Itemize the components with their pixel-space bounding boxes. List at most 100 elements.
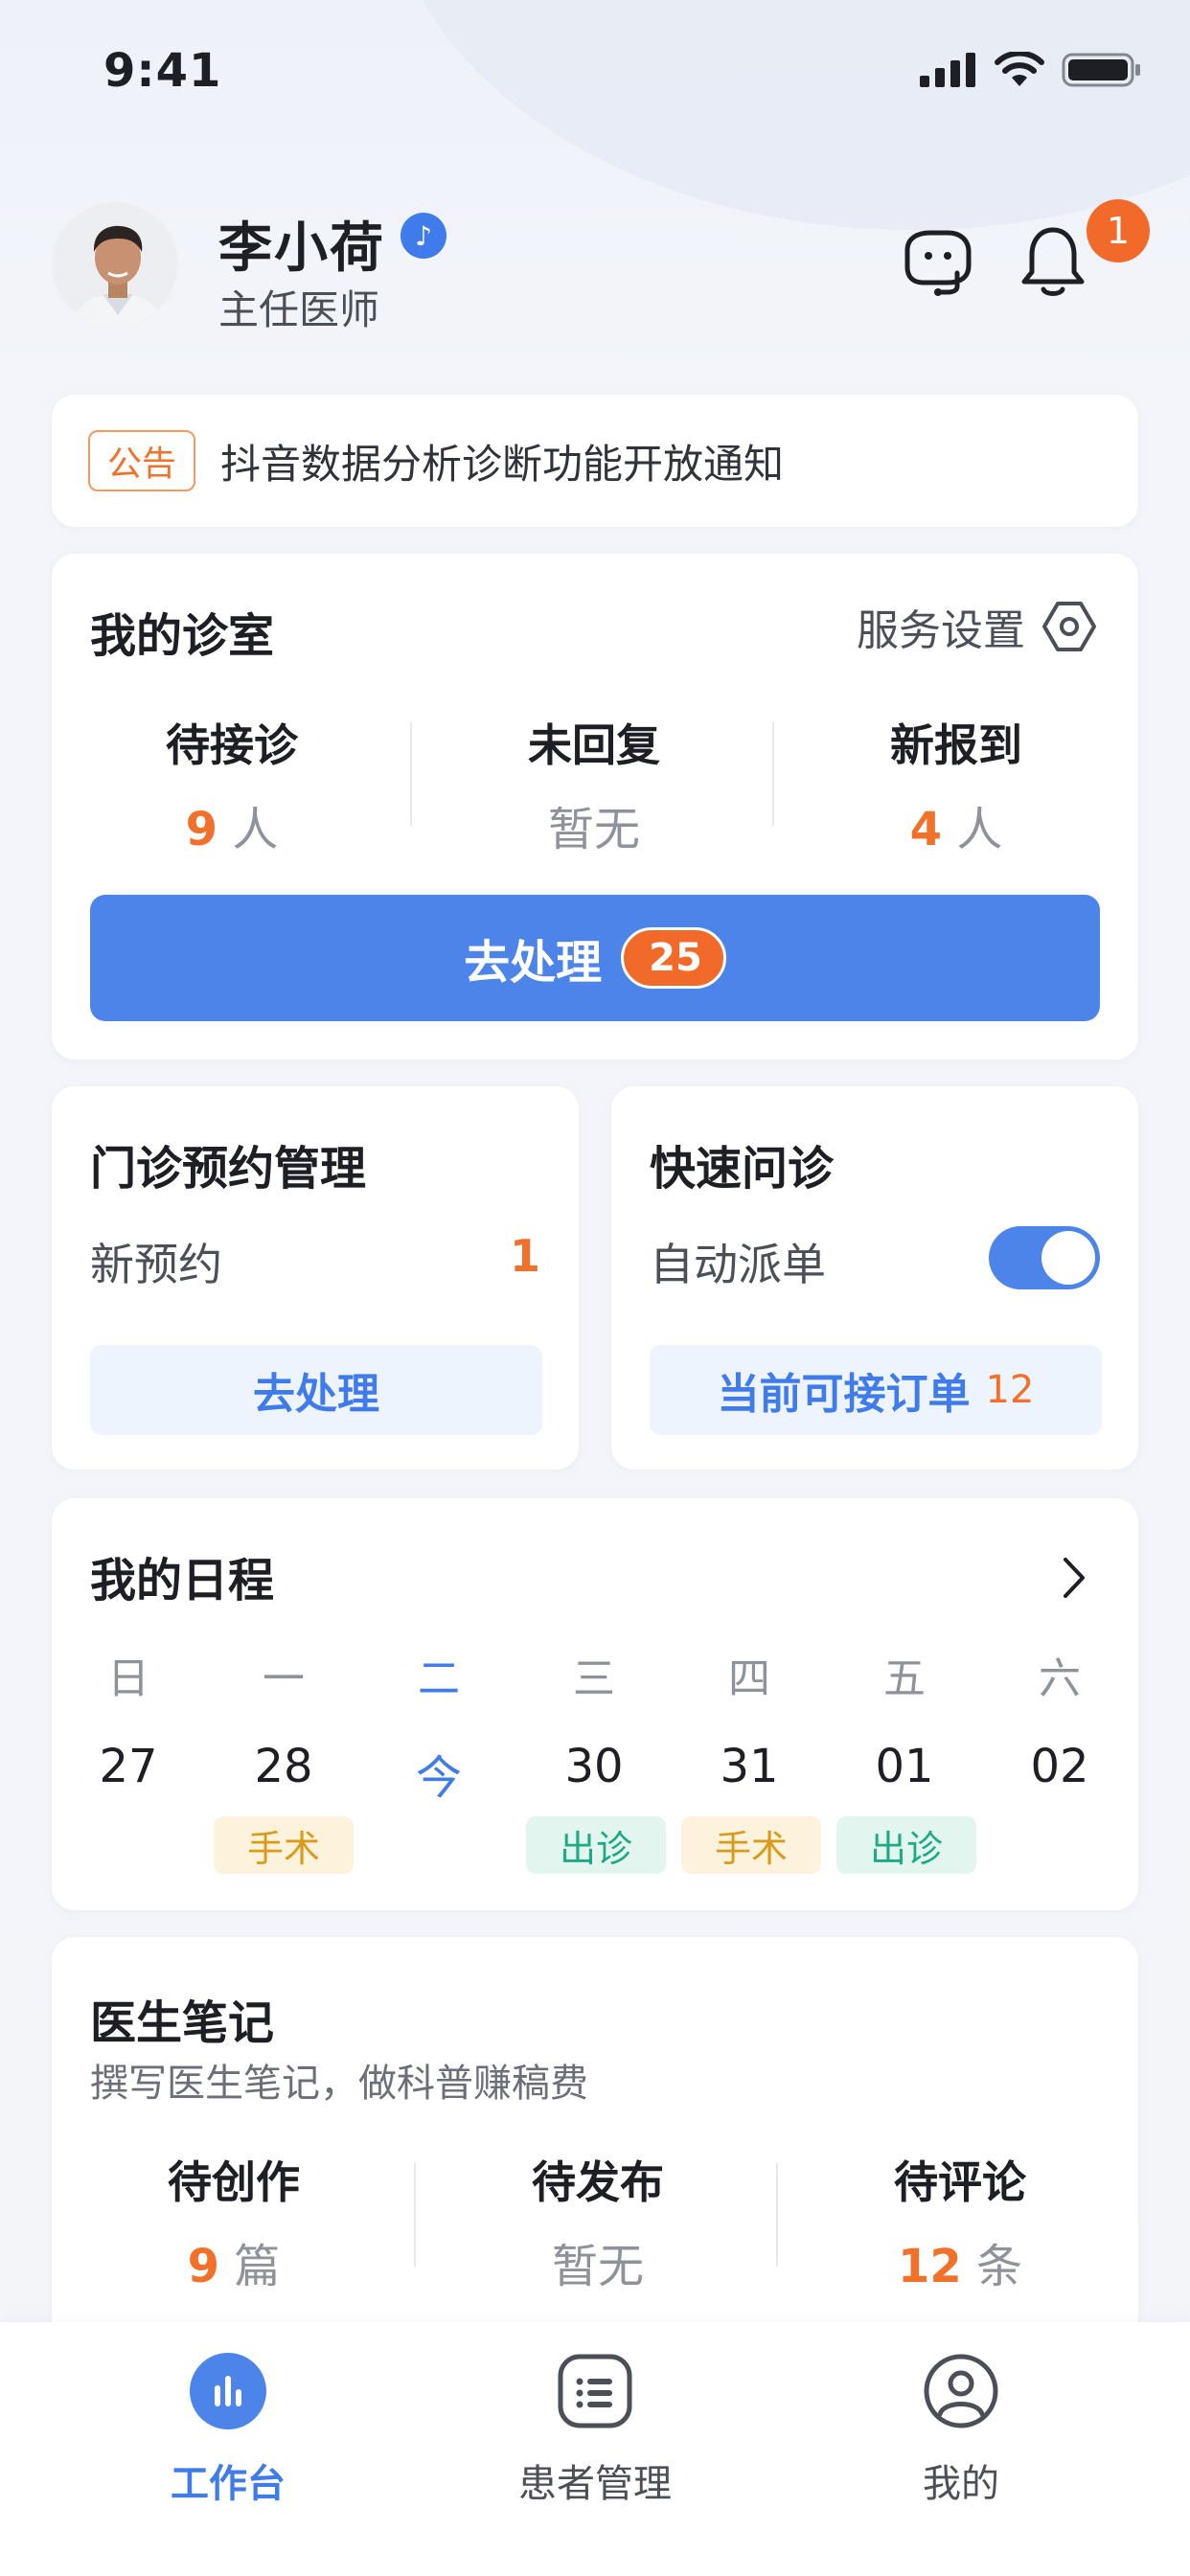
- stat-unreplied[interactable]: 未回复 暂无: [450, 711, 738, 858]
- surgery-tag: 手术: [214, 1816, 354, 1874]
- stat-label: 待发布: [532, 2156, 664, 2208]
- outpatient-tag: 出诊: [526, 1816, 666, 1874]
- day-tuesday-today[interactable]: 二 今: [386, 1644, 492, 1807]
- date-label: 01: [875, 1740, 934, 1793]
- new-appointment-count: 1: [509, 1230, 540, 1282]
- notes-title: 医生笔记: [90, 1996, 275, 2050]
- doctor-name: 李小荷: [218, 217, 385, 280]
- date-label: 31: [720, 1740, 779, 1793]
- day-wednesday[interactable]: 三 30: [541, 1644, 647, 1793]
- date-label: 28: [254, 1740, 313, 1793]
- dashboard-chart-icon: [188, 2351, 268, 2431]
- notification-badge: 1: [1087, 199, 1150, 262]
- stat-value: 12 条: [897, 2240, 1023, 2293]
- wifi-icon: [995, 52, 1044, 86]
- settings-hexagon-icon: [1042, 602, 1096, 651]
- day-sunday[interactable]: 日 27: [76, 1644, 181, 1793]
- weekday-label: 六: [1039, 1654, 1081, 1703]
- tab-patient-management[interactable]: 患者管理: [480, 2351, 710, 2508]
- tab-label: 我的: [923, 2462, 999, 2506]
- auto-dispatch-toggle[interactable]: [989, 1226, 1100, 1289]
- stat-to-comment[interactable]: 待评论 12 条: [816, 2148, 1104, 2295]
- stat-label: 待创作: [168, 2156, 300, 2208]
- stat-label: 未回复: [528, 719, 660, 771]
- day-monday[interactable]: 一 28: [231, 1644, 336, 1793]
- pending-count-badge: 25: [621, 927, 726, 989]
- tab-mine[interactable]: 我的: [846, 2351, 1076, 2508]
- my-schedule-card: 我的日程 日 27 一 28 二 今 三 30 四 31 五 01 六 02 手…: [52, 1498, 1138, 1910]
- status-bar: 9:41: [0, 0, 1190, 144]
- customer-service-icon[interactable]: [895, 220, 977, 303]
- quick-consult-title: 快速问诊: [650, 1142, 835, 1196]
- stat-value: 暂无: [551, 2240, 644, 2293]
- service-settings-link[interactable]: 服务设置: [857, 596, 1098, 657]
- stat-pending-consult[interactable]: 待接诊 9 人: [88, 711, 376, 858]
- clinic-title: 我的诊室: [90, 609, 275, 663]
- stat-divider: [772, 722, 774, 826]
- day-saturday[interactable]: 六 02: [1007, 1644, 1112, 1793]
- list-icon: [555, 2351, 635, 2431]
- notes-subtitle: 撰写医生笔记，做科普赚稿费: [90, 2062, 588, 2106]
- process-button[interactable]: 去处理 25: [90, 895, 1100, 1021]
- stat-label: 新报到: [890, 719, 1022, 771]
- stat-divider: [414, 2163, 416, 2267]
- stat-value: 9 人: [185, 803, 279, 856]
- announcement-tag: 公告: [88, 430, 196, 491]
- weekday-label: 五: [883, 1654, 926, 1703]
- status-icons: [920, 52, 1142, 88]
- stat-value: 暂无: [547, 803, 640, 856]
- date-label: 02: [1030, 1740, 1089, 1793]
- announcement-bar[interactable]: 公告 抖音数据分析诊断功能开放通知: [52, 395, 1138, 527]
- stat-new-checkin[interactable]: 新报到 4 人: [812, 711, 1100, 858]
- bottom-tab-bar: 工作台 患者管理 我的: [0, 2322, 1190, 2576]
- appointment-process-button[interactable]: 去处理: [90, 1345, 542, 1435]
- cellular-signal-icon: [920, 53, 975, 87]
- appointment-title: 门诊预约管理: [90, 1142, 367, 1196]
- auto-dispatch-label: 自动派单: [650, 1239, 826, 1290]
- stat-divider: [776, 2163, 778, 2267]
- weekday-label: 四: [728, 1654, 770, 1703]
- user-icon: [921, 2351, 1001, 2431]
- day-thursday[interactable]: 四 31: [697, 1644, 802, 1793]
- chevron-right-icon[interactable]: [1060, 1556, 1088, 1600]
- profile-header: 李小荷 ♪ 主任医师 1: [50, 199, 1150, 333]
- doctor-notes-card: 医生笔记 撰写医生笔记，做科普赚稿费 待创作 9 篇 待发布 暂无 待评论 12…: [52, 1937, 1138, 2339]
- doctor-portrait-icon: [53, 202, 177, 327]
- new-appointment-label: 新预约: [90, 1239, 222, 1290]
- stat-label: 待评论: [894, 2156, 1026, 2208]
- available-orders-label: 当前可接订单: [717, 1370, 971, 1419]
- workbench-page: 9:41 李小荷 ♪ 主任医师 1 公告 抖音数据分析诊断功能开放通知 我的诊室…: [0, 0, 1190, 2576]
- date-label: 27: [99, 1740, 158, 1793]
- avatar[interactable]: [50, 199, 180, 330]
- stat-divider: [410, 722, 412, 826]
- stat-value: 4 人: [909, 803, 1003, 856]
- appointment-management-card: 门诊预约管理 新预约 1 去处理: [52, 1086, 579, 1470]
- doctor-title: 主任医师: [218, 286, 380, 333]
- date-label: 今: [415, 1751, 462, 1805]
- announcement-text: 抖音数据分析诊断功能开放通知: [220, 440, 785, 488]
- available-orders-count: 12: [985, 1368, 1035, 1412]
- day-friday[interactable]: 五 01: [852, 1644, 957, 1793]
- weekday-label: 一: [263, 1654, 305, 1703]
- battery-icon: [1062, 53, 1140, 87]
- available-orders-button[interactable]: 当前可接订单 12: [650, 1345, 1102, 1435]
- stat-to-create[interactable]: 待创作 9 篇: [90, 2148, 378, 2295]
- tab-label: 工作台: [171, 2462, 286, 2506]
- tab-workbench[interactable]: 工作台: [113, 2351, 343, 2508]
- stat-to-publish[interactable]: 待发布 暂无: [454, 2148, 742, 2295]
- process-button-label: 去处理: [464, 936, 603, 990]
- my-clinic-card: 我的诊室 服务设置 待接诊 9 人 未回复 暂无 新报到 4 人 去处理 25: [52, 554, 1138, 1060]
- tiktok-verified-icon: ♪: [400, 213, 446, 259]
- schedule-title: 我的日程: [90, 1554, 275, 1607]
- date-label: 30: [564, 1740, 624, 1793]
- weekday-label: 日: [107, 1654, 149, 1703]
- surgery-tag: 手术: [681, 1816, 821, 1874]
- stat-label: 待接诊: [166, 719, 298, 771]
- weekday-label: 三: [573, 1654, 615, 1703]
- service-settings-label: 服务设置: [857, 606, 1025, 655]
- weekday-label: 二: [418, 1654, 460, 1703]
- bell-icon[interactable]: [1012, 220, 1094, 303]
- status-time: 9:41: [103, 44, 222, 98]
- outpatient-tag: 出诊: [836, 1816, 976, 1874]
- stat-value: 9 篇: [187, 2240, 281, 2293]
